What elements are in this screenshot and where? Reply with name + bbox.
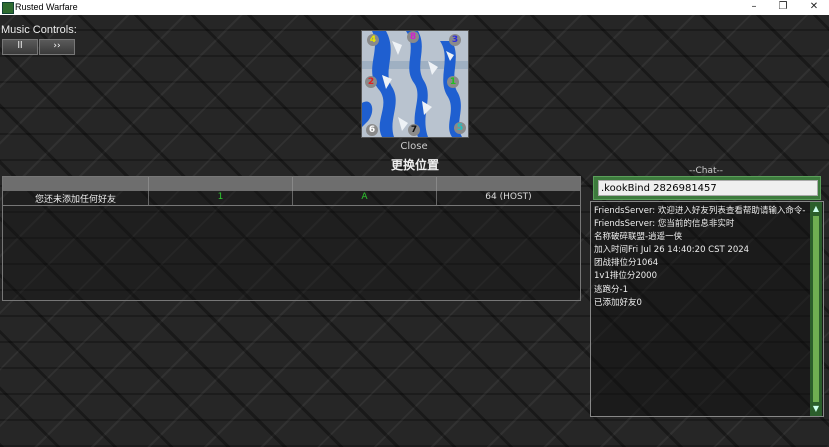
chat-message: 已添加好友0	[594, 297, 642, 308]
swap-position-label[interactable]: 更换位置	[340, 156, 490, 173]
chat-message: FriendsServer: 欢迎进入好友列表查看帮助请输入命令-h	[594, 206, 806, 216]
map-close-button[interactable]: Close	[361, 141, 467, 152]
chat-message: FriendsServer: 您当前的信息非实时	[594, 219, 735, 230]
music-next-button[interactable]: ››	[39, 39, 75, 55]
player-list-header	[3, 177, 580, 191]
player-team[interactable]: 1	[149, 192, 292, 202]
player-name: 您还未添加任何好友	[34, 195, 116, 205]
scroll-down-icon[interactable]: ▼	[811, 404, 821, 414]
chat-message: 逃跑分-1	[594, 284, 628, 295]
player-ping: 64 (HOST)	[485, 192, 532, 202]
chat-title: --Chat--	[688, 166, 724, 176]
close-window-button[interactable]: ✕	[802, 0, 826, 15]
player-list: 您还未添加任何好友 1 A 64 (HOST)	[2, 176, 581, 301]
chat-input-frame	[593, 176, 821, 200]
scrollbar-thumb[interactable]	[813, 216, 819, 402]
slot-5-marker[interactable]: 5	[454, 122, 466, 134]
window-titlebar: Rusted Warfare – ❐ ✕	[0, 0, 829, 15]
chat-log: FriendsServer: 欢迎进入好友列表查看帮助请输入命令-h Frien…	[590, 201, 824, 417]
app-icon	[2, 2, 14, 14]
chat-message: 团战排位分1064	[594, 258, 659, 269]
chat-message: 名称破碎联盟-逍遥一侠	[594, 232, 683, 243]
slot-7-marker[interactable]: 7	[408, 124, 420, 136]
map-preview[interactable]: 4 8 3 2 1 6 7 5	[361, 30, 469, 138]
player-row[interactable]: 您还未添加任何好友 1 A 64 (HOST)	[3, 191, 580, 206]
minimize-button[interactable]: –	[742, 0, 766, 15]
slot-2-marker[interactable]: 2	[365, 76, 377, 88]
music-controls-label: Music Controls:	[1, 24, 77, 36]
restore-button[interactable]: ❐	[771, 0, 795, 15]
music-pause-button[interactable]: ll	[2, 39, 38, 55]
slot-6-marker[interactable]: 6	[366, 124, 378, 136]
slot-4-marker[interactable]: 4	[367, 34, 379, 46]
slot-3-marker[interactable]: 3	[449, 34, 461, 46]
scroll-up-icon[interactable]: ▲	[811, 204, 821, 214]
window-title: Rusted Warfare	[15, 2, 78, 12]
slot-8-marker[interactable]: 8	[407, 31, 419, 43]
slot-1-marker[interactable]: 1	[447, 76, 459, 88]
player-side[interactable]: A	[293, 192, 436, 202]
chat-input[interactable]	[598, 180, 818, 196]
chat-message: 加入时间Fri Jul 26 14:40:20 CST 2024	[594, 245, 750, 256]
chat-messages: FriendsServer: 欢迎进入好友列表查看帮助请输入命令-h Frien…	[594, 205, 806, 310]
chat-message: 1v1排位分2000	[594, 271, 657, 282]
chat-scrollbar[interactable]: ▲ ▼	[810, 202, 822, 416]
